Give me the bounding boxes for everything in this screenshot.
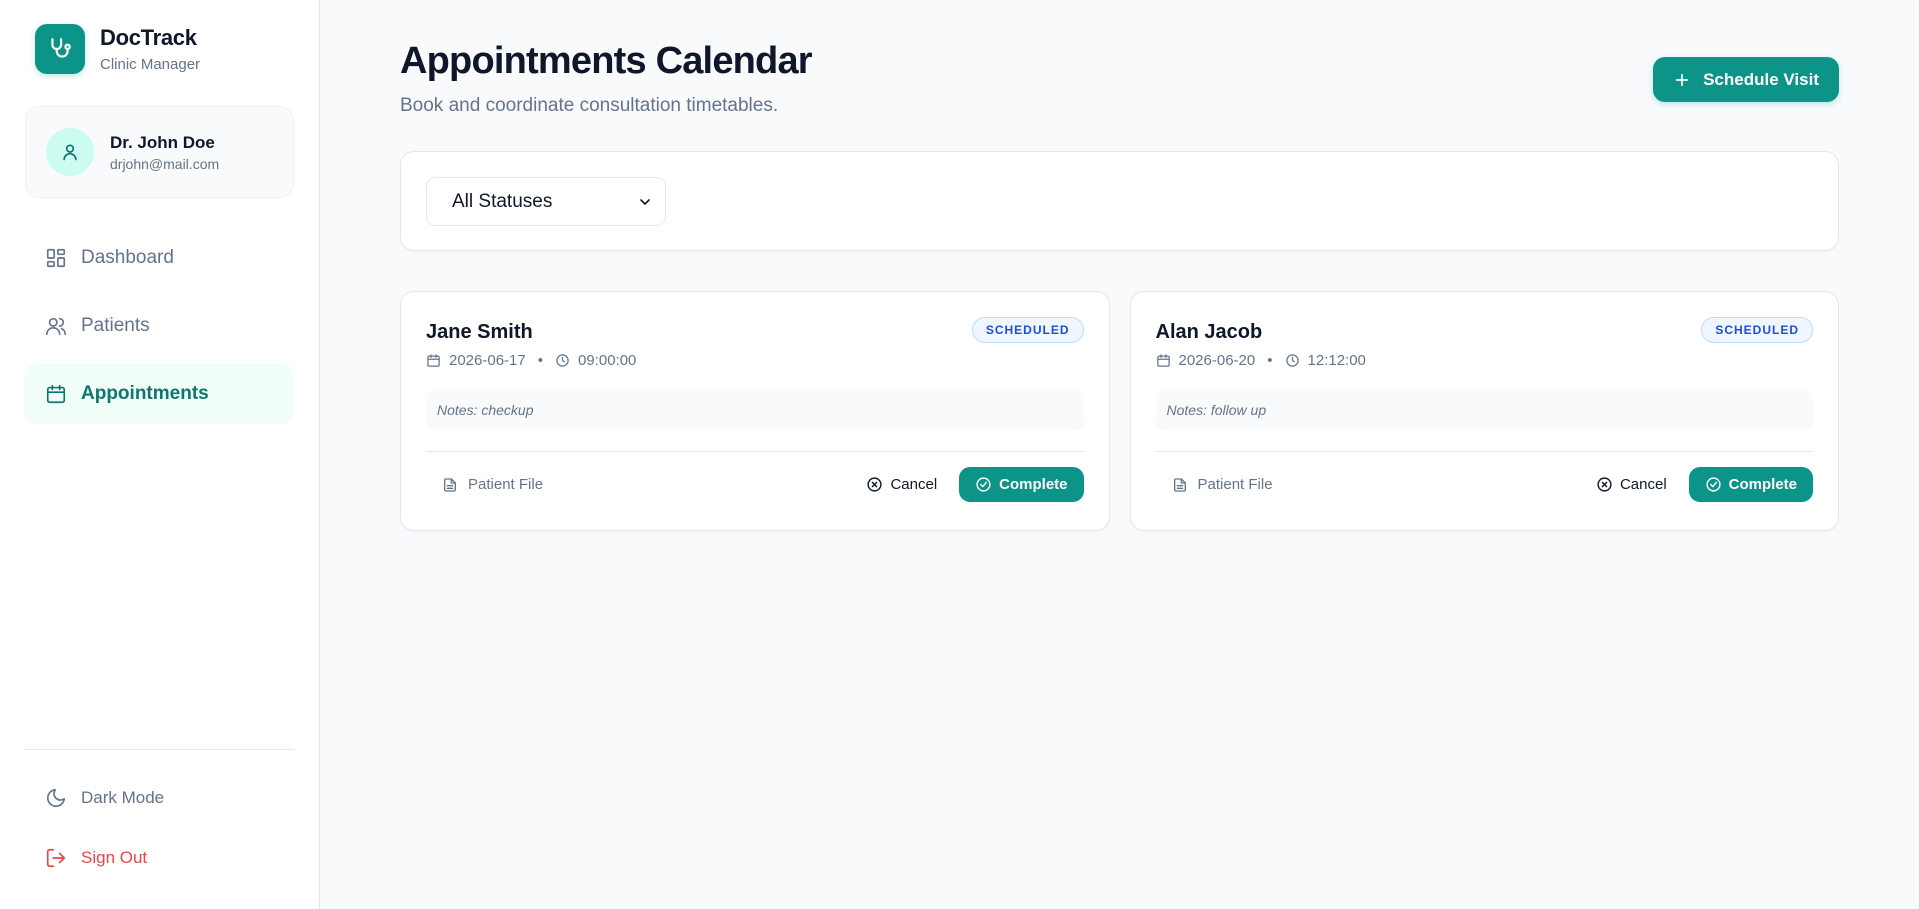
sidebar-item-label: Patients bbox=[81, 315, 150, 336]
sidebar-item-label: Appointments bbox=[81, 383, 209, 404]
appointment-datetime: 2026-06-17 • 09:00:00 bbox=[426, 352, 636, 369]
file-icon bbox=[1173, 477, 1186, 492]
appointment-date: 2026-06-17 bbox=[449, 352, 526, 369]
patient-file-label: Patient File bbox=[1197, 476, 1273, 493]
separator-dot: • bbox=[1267, 352, 1273, 369]
cancel-button[interactable]: Cancel bbox=[866, 476, 937, 493]
page-subtitle: Book and coordinate consultation timetab… bbox=[400, 95, 779, 116]
complete-button[interactable]: Complete bbox=[959, 467, 1084, 502]
sidebar-bottom: Dark Mode Sign Out bbox=[25, 749, 294, 884]
sidebar-item-patients[interactable]: Patients bbox=[25, 296, 294, 356]
patient-name: Alan Jacob bbox=[1155, 321, 1263, 343]
appointment-card: Alan Jacob 2026-06-20 • 12:12:00 SCHEDUL… bbox=[1129, 291, 1839, 531]
complete-button[interactable]: Complete bbox=[1688, 467, 1813, 502]
patient-file-link[interactable]: Patient File bbox=[426, 476, 543, 493]
user-email: drjohn@mail.com bbox=[110, 155, 220, 172]
sidebar: DocTrack Clinic Manager Dr. John Doe drj… bbox=[0, 0, 320, 909]
separator-dot: • bbox=[537, 352, 543, 369]
patient-file-label: Patient File bbox=[468, 476, 544, 493]
status-badge: SCHEDULED bbox=[971, 317, 1084, 343]
moon-icon bbox=[46, 788, 66, 808]
sidebar-nav: Dashboard Patients Appointments bbox=[25, 228, 294, 424]
sidebar-item-appointments[interactable]: Appointments bbox=[25, 364, 294, 424]
user-icon bbox=[63, 144, 77, 161]
check-circle-icon bbox=[976, 477, 991, 492]
appointment-datetime: 2026-06-20 • 12:12:00 bbox=[1156, 352, 1366, 369]
status-filter-value: All Statuses bbox=[452, 190, 553, 212]
brand-subtitle: Clinic Manager bbox=[100, 56, 201, 73]
appointment-list: Jane Smith 2026-06-17 • 09:00:00 SCHEDUL… bbox=[400, 291, 1839, 531]
appointment-notes: Notes: follow up bbox=[1155, 389, 1813, 431]
layout-grid-icon bbox=[46, 248, 66, 268]
patient-file-link[interactable]: Patient File bbox=[1156, 476, 1273, 493]
schedule-visit-label: Schedule Visit bbox=[1703, 69, 1819, 89]
appointment-time: 09:00:00 bbox=[578, 352, 637, 369]
page-header: Appointments Calendar Book and coordinat… bbox=[400, 38, 1839, 117]
file-icon bbox=[444, 477, 456, 492]
clock-icon bbox=[1285, 354, 1299, 367]
x-circle-icon bbox=[867, 477, 883, 492]
check-circle-icon bbox=[1706, 477, 1721, 492]
x-circle-icon bbox=[1597, 477, 1612, 492]
sign-out-label: Sign Out bbox=[81, 848, 148, 867]
appointment-notes: Notes: checkup bbox=[426, 389, 1084, 431]
complete-label: Complete bbox=[999, 476, 1068, 493]
stethoscope-icon bbox=[35, 24, 85, 74]
cancel-button[interactable]: Cancel bbox=[1596, 476, 1667, 493]
calendar-icon bbox=[46, 384, 66, 404]
appointment-date: 2026-06-20 bbox=[1178, 352, 1256, 369]
clock-icon bbox=[556, 354, 569, 367]
plus-icon bbox=[1676, 73, 1689, 86]
cancel-label: Cancel bbox=[890, 476, 938, 493]
brand: DocTrack Clinic Manager bbox=[25, 24, 294, 74]
appointment-card: Jane Smith 2026-06-17 • 09:00:00 SCHEDUL… bbox=[400, 291, 1110, 531]
page-title: Appointments Calendar bbox=[400, 40, 813, 82]
user-card: Dr. John Doe drjohn@mail.com bbox=[25, 106, 294, 198]
status-filter-select[interactable]: All Statuses bbox=[426, 177, 666, 226]
avatar bbox=[46, 128, 94, 176]
schedule-visit-button[interactable]: Schedule Visit bbox=[1653, 57, 1839, 102]
brand-name: DocTrack bbox=[100, 25, 197, 50]
log-out-icon bbox=[46, 848, 66, 868]
patient-name: Jane Smith bbox=[426, 321, 533, 343]
main-content: Appointments Calendar Book and coordinat… bbox=[320, 0, 1919, 909]
calendar-icon bbox=[1156, 354, 1170, 367]
status-badge: SCHEDULED bbox=[1701, 317, 1813, 343]
appointment-time: 12:12:00 bbox=[1307, 352, 1366, 369]
chevron-down-icon bbox=[640, 198, 650, 205]
filter-bar: All Statuses bbox=[400, 151, 1839, 251]
divider bbox=[1155, 451, 1813, 452]
sidebar-item-label: Dashboard bbox=[81, 247, 174, 268]
divider bbox=[426, 451, 1084, 452]
users-icon bbox=[46, 317, 66, 336]
user-name: Dr. John Doe bbox=[110, 132, 215, 152]
dark-mode-toggle[interactable]: Dark Mode bbox=[25, 772, 294, 824]
sidebar-item-dashboard[interactable]: Dashboard bbox=[25, 228, 294, 288]
dark-mode-label: Dark Mode bbox=[81, 788, 165, 807]
sign-out-button[interactable]: Sign Out bbox=[25, 832, 294, 884]
complete-label: Complete bbox=[1728, 476, 1797, 493]
cancel-label: Cancel bbox=[1619, 476, 1667, 493]
calendar-icon bbox=[427, 354, 440, 367]
